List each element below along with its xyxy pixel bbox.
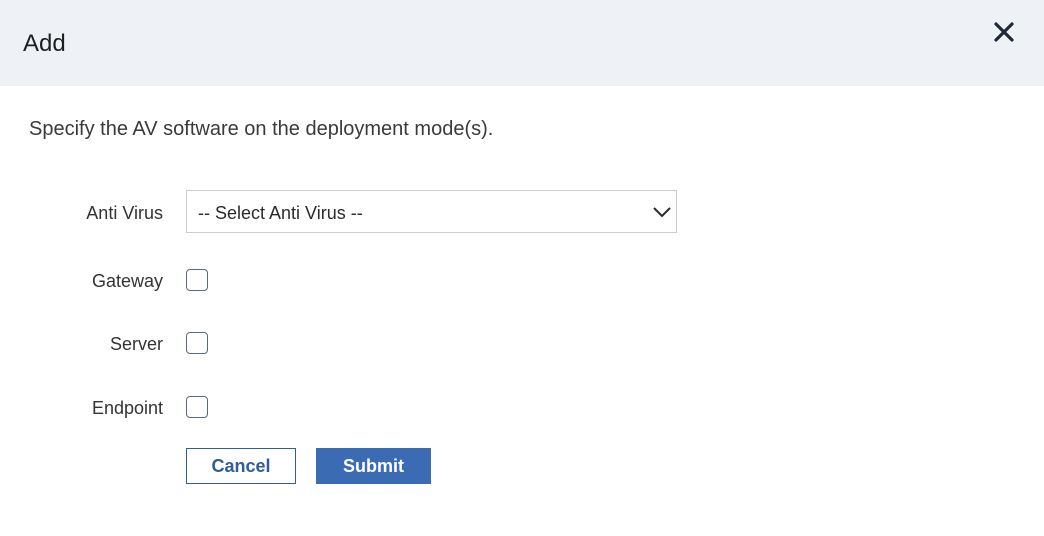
anti-virus-select[interactable]: -- Select Anti Virus -- [186, 190, 677, 233]
close-button[interactable] [988, 16, 1020, 48]
dialog-title: Add [23, 30, 66, 57]
endpoint-label: Endpoint [91, 398, 163, 418]
close-icon [994, 22, 1014, 42]
server-checkbox[interactable] [186, 332, 208, 354]
anti-virus-selected-value: -- Select Anti Virus -- [198, 203, 363, 223]
server-label: Server [109, 334, 163, 354]
gateway-checkbox[interactable] [186, 269, 208, 291]
dialog-description: Specify the AV software on the deploymen… [29, 118, 494, 140]
cancel-button[interactable]: Cancel [186, 448, 296, 484]
submit-button[interactable]: Submit [316, 448, 431, 484]
gateway-label: Gateway [91, 271, 163, 291]
endpoint-checkbox[interactable] [186, 396, 208, 418]
dialog-header: Add [0, 0, 1044, 86]
add-dialog: Add Specify the AV software on the deplo… [0, 0, 1044, 536]
anti-virus-label: Anti Virus [86, 203, 163, 223]
chevron-down-icon [653, 207, 671, 218]
